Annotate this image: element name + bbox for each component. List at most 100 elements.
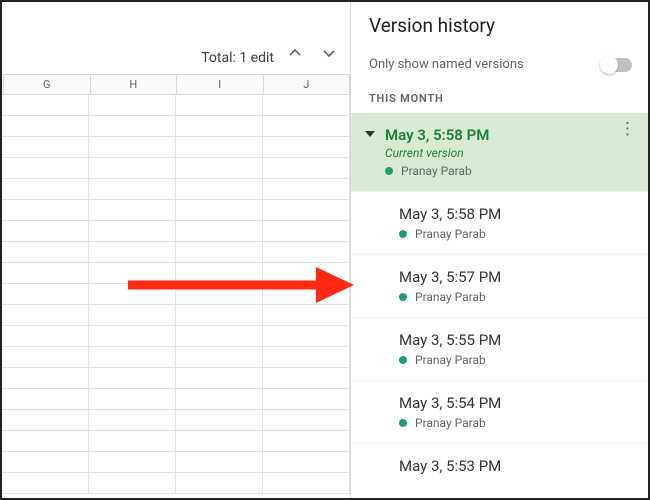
cell[interactable] xyxy=(176,158,263,178)
column-header[interactable]: I xyxy=(177,75,264,94)
cell[interactable] xyxy=(2,410,89,430)
table-row[interactable] xyxy=(2,326,350,347)
cell[interactable] xyxy=(89,221,176,241)
cell[interactable] xyxy=(2,284,89,304)
cell[interactable] xyxy=(263,200,350,220)
cell[interactable] xyxy=(89,200,176,220)
cell[interactable] xyxy=(89,452,176,472)
cell[interactable] xyxy=(176,326,263,346)
table-row[interactable] xyxy=(2,284,350,305)
column-header[interactable]: G xyxy=(4,75,91,94)
cell[interactable] xyxy=(176,242,263,262)
cell[interactable] xyxy=(176,200,263,220)
table-row[interactable] xyxy=(2,347,350,368)
cell[interactable] xyxy=(176,263,263,283)
cell[interactable] xyxy=(2,263,89,283)
cell[interactable] xyxy=(176,368,263,388)
table-row[interactable] xyxy=(2,158,350,179)
cell[interactable] xyxy=(2,347,89,367)
cell[interactable] xyxy=(89,473,176,493)
cell[interactable] xyxy=(2,389,89,409)
cell[interactable] xyxy=(2,305,89,325)
cell[interactable] xyxy=(2,179,89,199)
cell[interactable] xyxy=(263,137,350,157)
cell[interactable] xyxy=(263,473,350,493)
cell[interactable] xyxy=(89,368,176,388)
table-row[interactable] xyxy=(2,305,350,326)
cell[interactable] xyxy=(89,305,176,325)
cell[interactable] xyxy=(89,263,176,283)
version-item-selected[interactable]: ⋮May 3, 5:58 PMCurrent versionPranay Par… xyxy=(351,113,648,191)
version-menu-button[interactable]: ⋮ xyxy=(619,127,636,132)
table-row[interactable] xyxy=(2,263,350,284)
cell[interactable] xyxy=(2,116,89,136)
version-item[interactable]: May 3, 5:58 PMPranay Parab xyxy=(351,191,648,254)
prev-edit-button[interactable] xyxy=(282,40,308,66)
cell[interactable] xyxy=(89,116,176,136)
cell[interactable] xyxy=(176,137,263,157)
table-row[interactable] xyxy=(2,179,350,200)
cell[interactable] xyxy=(263,221,350,241)
cell[interactable] xyxy=(2,221,89,241)
next-edit-button[interactable] xyxy=(316,40,342,66)
cell[interactable] xyxy=(2,326,89,346)
cell[interactable] xyxy=(263,116,350,136)
table-row[interactable] xyxy=(2,389,350,410)
table-row[interactable] xyxy=(2,368,350,389)
column-header[interactable]: J xyxy=(264,75,351,94)
cell[interactable] xyxy=(89,410,176,430)
cell[interactable] xyxy=(176,473,263,493)
table-row[interactable] xyxy=(2,116,350,137)
cell[interactable] xyxy=(89,179,176,199)
cell[interactable] xyxy=(89,284,176,304)
cell[interactable] xyxy=(263,242,350,262)
cell[interactable] xyxy=(176,305,263,325)
cell[interactable] xyxy=(89,137,176,157)
table-row[interactable] xyxy=(2,137,350,158)
cell[interactable] xyxy=(89,389,176,409)
cell[interactable] xyxy=(176,431,263,451)
cell[interactable] xyxy=(2,431,89,451)
cell[interactable] xyxy=(176,347,263,367)
spreadsheet-grid[interactable]: G H I J xyxy=(2,74,350,498)
cell[interactable] xyxy=(263,263,350,283)
cell[interactable] xyxy=(89,158,176,178)
cell[interactable] xyxy=(263,431,350,451)
cell[interactable] xyxy=(89,326,176,346)
cell[interactable] xyxy=(176,179,263,199)
cell[interactable] xyxy=(2,368,89,388)
version-item[interactable]: May 3, 5:54 PMPranay Parab xyxy=(351,380,648,443)
table-row[interactable] xyxy=(2,95,350,116)
cell[interactable] xyxy=(176,221,263,241)
table-row[interactable] xyxy=(2,242,350,263)
cell[interactable] xyxy=(2,95,89,115)
version-item[interactable]: May 3, 5:57 PMPranay Parab xyxy=(351,254,648,317)
cell[interactable] xyxy=(263,452,350,472)
cell[interactable] xyxy=(263,158,350,178)
table-row[interactable] xyxy=(2,473,350,494)
cell[interactable] xyxy=(263,95,350,115)
cell[interactable] xyxy=(176,95,263,115)
cell[interactable] xyxy=(89,95,176,115)
cell[interactable] xyxy=(176,452,263,472)
cell[interactable] xyxy=(263,389,350,409)
cell[interactable] xyxy=(176,284,263,304)
expand-triangle-icon[interactable] xyxy=(365,131,375,137)
cell[interactable] xyxy=(2,242,89,262)
named-versions-toggle[interactable] xyxy=(602,58,632,72)
cell[interactable] xyxy=(263,326,350,346)
cell[interactable] xyxy=(176,116,263,136)
cell[interactable] xyxy=(2,158,89,178)
column-header[interactable]: H xyxy=(91,75,178,94)
cell[interactable] xyxy=(2,473,89,493)
cell[interactable] xyxy=(2,452,89,472)
cell[interactable] xyxy=(176,410,263,430)
cell[interactable] xyxy=(263,179,350,199)
cell[interactable] xyxy=(263,305,350,325)
cell[interactable] xyxy=(176,389,263,409)
cell[interactable] xyxy=(89,431,176,451)
cell[interactable] xyxy=(2,200,89,220)
version-item[interactable]: May 3, 5:55 PMPranay Parab xyxy=(351,317,648,380)
cell[interactable] xyxy=(89,242,176,262)
table-row[interactable] xyxy=(2,452,350,473)
